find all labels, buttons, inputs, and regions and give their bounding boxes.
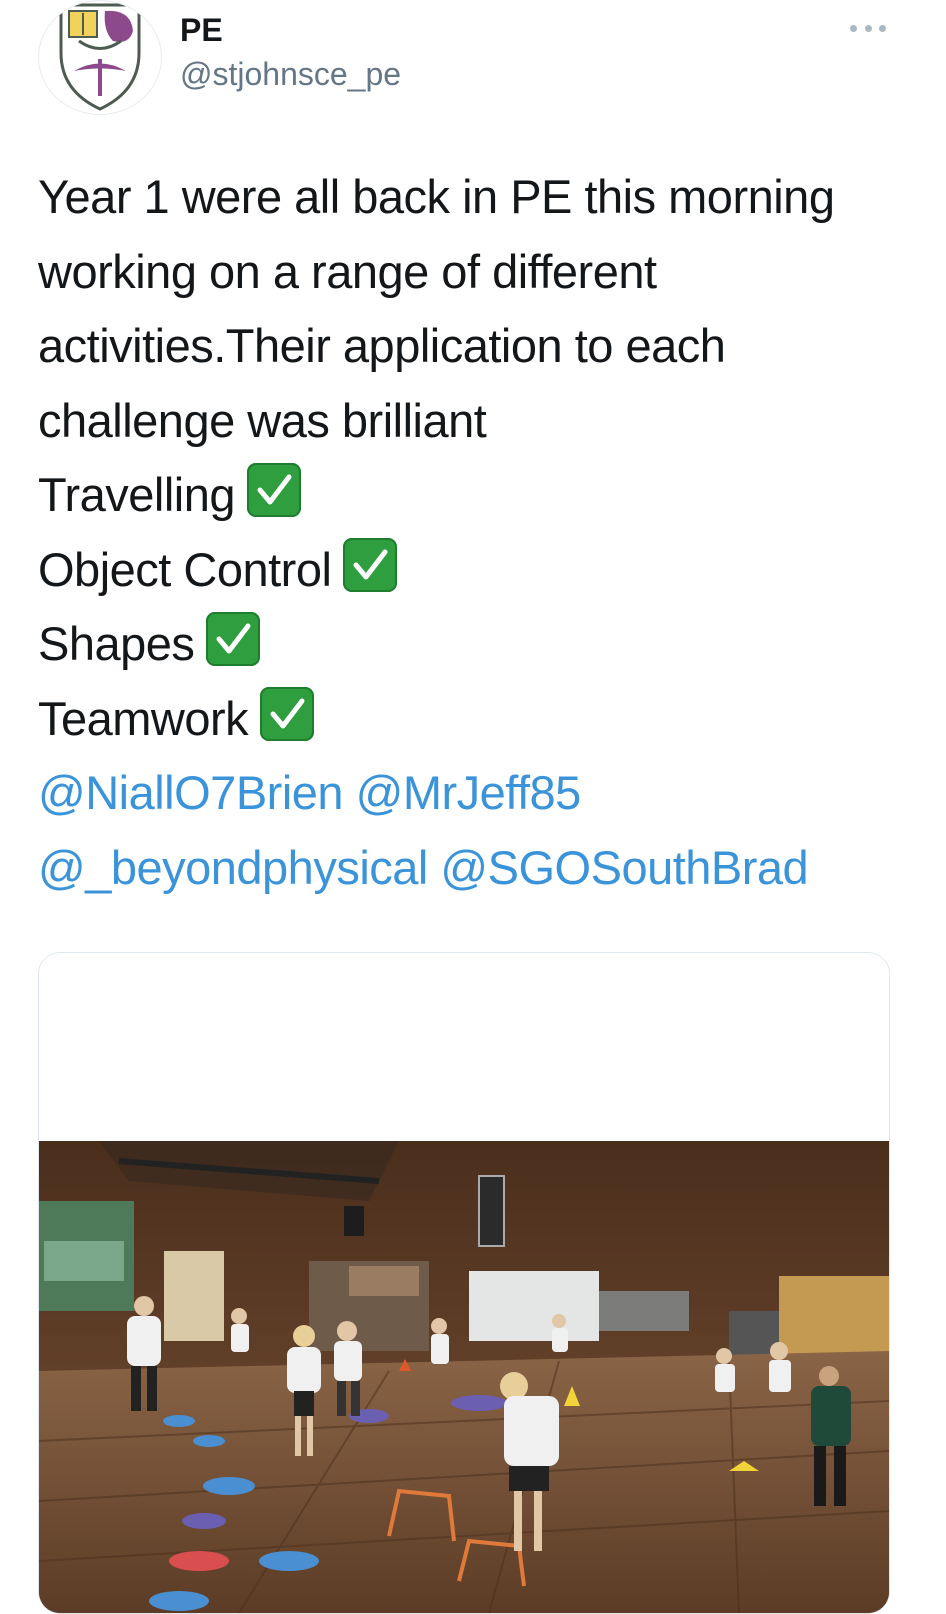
dot [879,24,886,32]
more-options-icon[interactable] [850,18,886,38]
media-header-blank [39,953,889,1141]
tweet-text: Year 1 were all back in PE this morning … [38,160,918,905]
checklist-item: Object Control [38,533,918,608]
checklist-item: Travelling [38,458,918,533]
mention-link[interactable]: @_beyondphysical [38,841,428,894]
avatar[interactable] [38,0,162,115]
author-handle[interactable]: @stjohnsce_pe [180,56,401,93]
checklist-label: Object Control [38,542,332,596]
check-mark-icon [247,463,301,517]
tweet-header: PE @stjohnsce_pe [0,0,946,130]
school-crest-icon [59,3,141,111]
checklist-label: Shapes [38,617,195,670]
mention-link[interactable]: @SGOSouthBrad [440,841,808,894]
checklist-label: Travelling [38,468,236,521]
mentions-line: @_beyondphysical @SGOSouthBrad [38,831,918,906]
tweet-text-line: working on a range of different [38,244,657,298]
checklist-item: Teamwork [38,682,918,757]
dot [864,24,872,32]
tweet-text-line: activities.Their application to each [38,319,726,372]
dot [850,24,857,32]
mention-link[interactable]: @NiallO7Brien [38,766,344,819]
check-mark-icon [206,612,261,666]
checklist-label: Teamwork [38,691,249,745]
video-thumbnail-icon[interactable] [39,1141,889,1613]
check-mark-icon [343,537,398,592]
check-mark-icon [260,686,315,741]
media-card[interactable] [38,952,890,1614]
mentions-line: @NiallO7Brien @MrJeff85 [38,756,918,831]
mention-link[interactable]: @MrJeff85 [356,766,582,819]
author-display-name[interactable]: PE [180,12,223,49]
checklist-item: Shapes [38,607,918,682]
tweet-text-line: challenge was brilliant [38,393,487,447]
tweet-text-line: Year 1 were all back in PE this morning [38,170,835,223]
